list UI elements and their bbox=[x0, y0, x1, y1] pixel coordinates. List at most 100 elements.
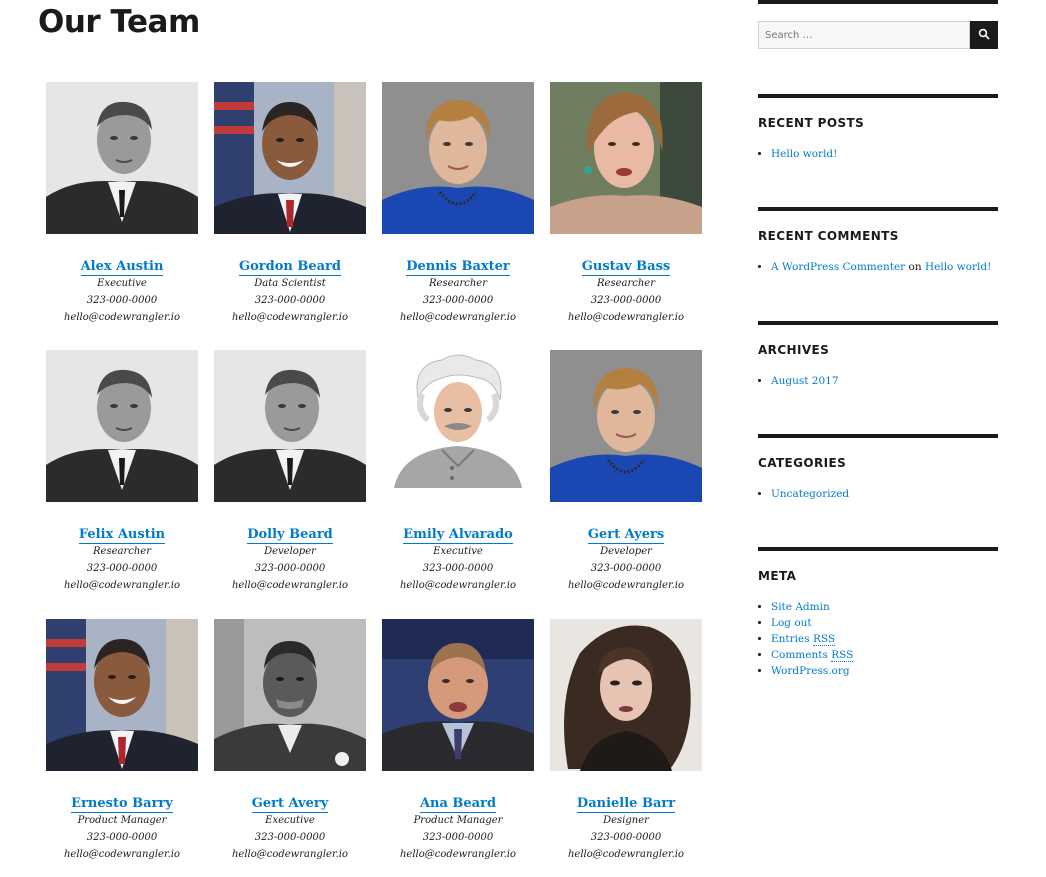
team-member-card: Alex Austin Executive 323-000-0000 hello… bbox=[46, 82, 198, 326]
member-name-link[interactable]: Emily Alvarado bbox=[403, 527, 513, 544]
list-item: Comments RSS bbox=[771, 647, 998, 663]
comment-post-link[interactable]: Hello world! bbox=[925, 261, 991, 273]
member-email: hello@codewrangler.io bbox=[63, 312, 181, 323]
member-name-link[interactable]: Gert Avery bbox=[251, 796, 329, 813]
member-phone: 323-000-0000 bbox=[590, 295, 662, 306]
list-item: August 2017 bbox=[771, 373, 998, 389]
widget-title: CATEGORIES bbox=[758, 456, 847, 470]
widget-title: RECENT COMMENTS bbox=[758, 229, 899, 243]
member-email: hello@codewrangler.io bbox=[399, 849, 517, 860]
member-email: hello@codewrangler.io bbox=[231, 849, 349, 860]
widget-categories: CATEGORIES Uncategorized bbox=[758, 434, 998, 502]
member-name-link[interactable]: Alex Austin bbox=[80, 259, 164, 276]
comment-author-link[interactable]: A WordPress Commenter bbox=[771, 261, 905, 273]
member-name-link[interactable]: Danielle Barr bbox=[576, 796, 676, 813]
member-email: hello@codewrangler.io bbox=[399, 312, 517, 323]
widget-rule bbox=[758, 94, 998, 98]
member-photo bbox=[214, 82, 366, 234]
log-out-link[interactable]: Log out bbox=[771, 617, 812, 629]
wordpress-org-link[interactable]: WordPress.org bbox=[771, 665, 850, 677]
archive-link[interactable]: August 2017 bbox=[771, 375, 839, 387]
member-email: hello@codewrangler.io bbox=[231, 312, 349, 323]
team-member-card: Emily Alvarado Executive 323-000-0000 he… bbox=[382, 350, 534, 594]
widget-rule bbox=[758, 434, 998, 438]
rss-abbr: RSS bbox=[831, 649, 854, 662]
member-email: hello@codewrangler.io bbox=[63, 849, 181, 860]
team-member-card: Ernesto Barry Product Manager 323-000-00… bbox=[46, 619, 198, 863]
member-photo bbox=[382, 82, 534, 234]
search-button[interactable] bbox=[970, 21, 998, 49]
member-name-link[interactable]: Ana Beard bbox=[419, 796, 497, 813]
team-member-card: Dennis Baxter Researcher 323-000-0000 he… bbox=[382, 82, 534, 326]
list-item: Uncategorized bbox=[771, 486, 998, 502]
widget-rule bbox=[758, 207, 998, 211]
member-photo bbox=[550, 350, 702, 502]
member-role: Developer bbox=[600, 546, 652, 557]
member-name-link[interactable]: Gert Ayers bbox=[587, 527, 665, 544]
list-item: Entries RSS bbox=[771, 631, 998, 647]
member-photo bbox=[214, 350, 366, 502]
team-member-card: Gert Ayers Developer 323-000-0000 hello@… bbox=[550, 350, 702, 594]
member-email: hello@codewrangler.io bbox=[231, 580, 349, 591]
list-item: Site Admin bbox=[771, 599, 998, 615]
member-name-link[interactable]: Gordon Beard bbox=[239, 259, 341, 276]
member-role: Executive bbox=[433, 546, 483, 557]
member-photo bbox=[214, 619, 366, 771]
member-name-link[interactable]: Gustav Bass bbox=[581, 259, 671, 276]
widget-rule bbox=[758, 547, 998, 551]
entries-rss-link[interactable]: Entries RSS bbox=[771, 633, 836, 646]
member-photo bbox=[46, 619, 198, 771]
member-role: Researcher bbox=[597, 278, 655, 289]
member-role: Researcher bbox=[93, 546, 151, 557]
page-title: Our Team bbox=[38, 4, 200, 40]
member-role: Designer bbox=[603, 815, 649, 826]
member-name-link[interactable]: Ernesto Barry bbox=[71, 796, 173, 813]
list-item: WordPress.org bbox=[771, 663, 998, 679]
member-role: Product Manager bbox=[77, 815, 167, 826]
list-item: Log out bbox=[771, 615, 998, 631]
member-role: Researcher bbox=[429, 278, 487, 289]
member-email: hello@codewrangler.io bbox=[567, 312, 685, 323]
member-photo bbox=[550, 82, 702, 234]
widget-title: META bbox=[758, 569, 797, 583]
member-name-link[interactable]: Dolly Beard bbox=[247, 527, 333, 544]
member-email: hello@codewrangler.io bbox=[567, 580, 685, 591]
member-phone: 323-000-0000 bbox=[86, 563, 158, 574]
team-member-card: Gert Avery Executive 323-000-0000 hello@… bbox=[214, 619, 366, 863]
widget-title: RECENT POSTS bbox=[758, 116, 865, 130]
member-email: hello@codewrangler.io bbox=[399, 580, 517, 591]
member-role: Executive bbox=[265, 815, 315, 826]
recent-post-link[interactable]: Hello world! bbox=[771, 148, 837, 160]
widget-meta: META Site Admin Log out Entries RSS Comm… bbox=[758, 547, 998, 679]
widget-title: ARCHIVES bbox=[758, 343, 830, 357]
comments-rss-prefix: Comments bbox=[771, 649, 828, 661]
member-name-link[interactable]: Felix Austin bbox=[78, 527, 166, 544]
team-member-card: Gordon Beard Data Scientist 323-000-0000… bbox=[214, 82, 366, 326]
category-link[interactable]: Uncategorized bbox=[771, 488, 849, 500]
member-name-link[interactable]: Dennis Baxter bbox=[406, 259, 510, 276]
widget-archives: ARCHIVES August 2017 bbox=[758, 321, 998, 389]
member-email: hello@codewrangler.io bbox=[567, 849, 685, 860]
list-item: Hello world! bbox=[771, 146, 998, 162]
member-phone: 323-000-0000 bbox=[422, 832, 494, 843]
comments-rss-link[interactable]: Comments RSS bbox=[771, 649, 854, 662]
team-member-card: Felix Austin Researcher 323-000-0000 hel… bbox=[46, 350, 198, 594]
member-role: Developer bbox=[264, 546, 316, 557]
member-phone: 323-000-0000 bbox=[254, 295, 326, 306]
member-phone: 323-000-0000 bbox=[254, 832, 326, 843]
comment-on-text: on bbox=[908, 261, 922, 273]
member-phone: 323-000-0000 bbox=[86, 832, 158, 843]
member-phone: 323-000-0000 bbox=[590, 832, 662, 843]
widget-rule bbox=[758, 321, 998, 325]
team-member-card: Gustav Bass Researcher 323-000-0000 hell… bbox=[550, 82, 702, 326]
search-input[interactable] bbox=[758, 21, 970, 49]
member-photo bbox=[46, 82, 198, 234]
member-phone: 323-000-0000 bbox=[422, 563, 494, 574]
member-phone: 323-000-0000 bbox=[86, 295, 158, 306]
site-admin-link[interactable]: Site Admin bbox=[771, 601, 830, 613]
member-role: Product Manager bbox=[413, 815, 503, 826]
search-icon bbox=[978, 28, 990, 43]
member-photo bbox=[46, 350, 198, 502]
member-phone: 323-000-0000 bbox=[254, 563, 326, 574]
rss-abbr: RSS bbox=[812, 633, 836, 646]
